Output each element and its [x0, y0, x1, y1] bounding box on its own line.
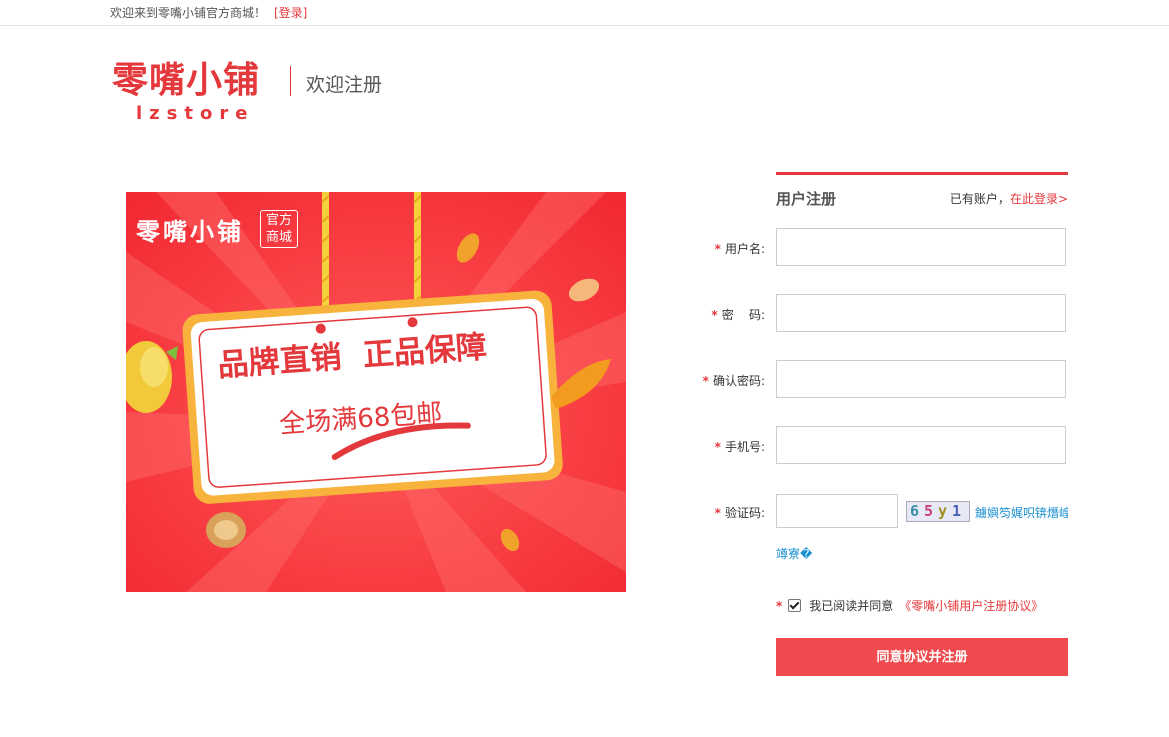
- phone-label: * 手机号:: [715, 438, 765, 455]
- welcome-text: 欢迎来到零嘴小铺官方商城！: [110, 6, 267, 20]
- page-title: 欢迎注册: [306, 74, 383, 96]
- agreement-row: * 我已阅读并同意 《零嘴小铺用户注册协议》: [776, 597, 1043, 614]
- captcha-label: * 验证码:: [715, 504, 765, 521]
- header-divider: [290, 66, 291, 96]
- captcha-label-text: 验证码:: [724, 506, 765, 520]
- has-account-label: 已有账户，: [949, 192, 1010, 206]
- confirm-password-label-text: 确认密码:: [712, 374, 765, 388]
- username-label: * 用户名:: [715, 240, 765, 257]
- phone-label-text: 手机号:: [724, 440, 765, 454]
- password-input[interactable]: [776, 294, 1066, 332]
- required-mark: *: [711, 308, 718, 322]
- banner-badge: 官方 商城: [260, 210, 298, 248]
- captcha-image[interactable]: 65y1: [906, 501, 970, 522]
- banner-graphic: [126, 192, 626, 592]
- confirm-password-label: * 确认密码:: [703, 372, 765, 389]
- captcha-char: 1: [952, 502, 967, 520]
- confirm-password-input[interactable]: [776, 360, 1066, 398]
- agree-text: 我已阅读并同意: [809, 599, 894, 613]
- captcha-refresh-link[interactable]: 鐪嬩笉娓呮锛熸崲: [975, 504, 1068, 521]
- password-label: * 密 码:: [711, 306, 765, 323]
- required-mark: *: [714, 506, 721, 520]
- captcha-char: y: [938, 502, 953, 520]
- agree-checkbox[interactable]: [788, 599, 802, 612]
- required-mark: *: [714, 440, 721, 454]
- password-label-text: 密 码:: [721, 308, 765, 322]
- captcha-char: 5: [923, 502, 938, 520]
- form-title: 用户注册: [776, 190, 837, 208]
- banner-badge-line1: 官方: [265, 213, 292, 228]
- form-header: 用户注册 已有账户，在此登录>: [776, 172, 1068, 211]
- captcha-char: 6: [909, 502, 924, 520]
- logo-text-cn: 零嘴小铺: [112, 59, 261, 101]
- captcha-input[interactable]: [776, 494, 898, 528]
- login-here-link[interactable]: 在此登录>: [1010, 192, 1068, 206]
- captcha-refresh-link-cont[interactable]: 竴寮�: [776, 545, 812, 562]
- phone-input[interactable]: [776, 426, 1066, 464]
- banner-badge-line2: 商城: [265, 230, 292, 245]
- banner-brand: 零嘴小铺: [136, 217, 244, 246]
- logo[interactable]: 零嘴小铺 lzstore: [112, 58, 272, 124]
- username-input[interactable]: [776, 228, 1066, 266]
- register-button[interactable]: 同意协议并注册: [776, 638, 1068, 676]
- required-mark: *: [702, 374, 709, 388]
- logo-text-en: lzstore: [136, 103, 255, 124]
- agreement-link[interactable]: 《零嘴小铺用户注册协议》: [899, 599, 1043, 613]
- has-account-text: 已有账户，在此登录>: [950, 190, 1068, 207]
- promo-banner: 零嘴小铺 官方 商城 品牌直销 正品保障 全场满68包邮: [126, 192, 626, 592]
- required-mark: *: [714, 242, 721, 256]
- top-bar: 欢迎来到零嘴小铺官方商城！ [登录]: [0, 0, 1169, 26]
- top-login-link[interactable]: [登录]: [274, 4, 307, 21]
- username-label-text: 用户名:: [724, 242, 765, 256]
- required-mark: *: [776, 599, 783, 613]
